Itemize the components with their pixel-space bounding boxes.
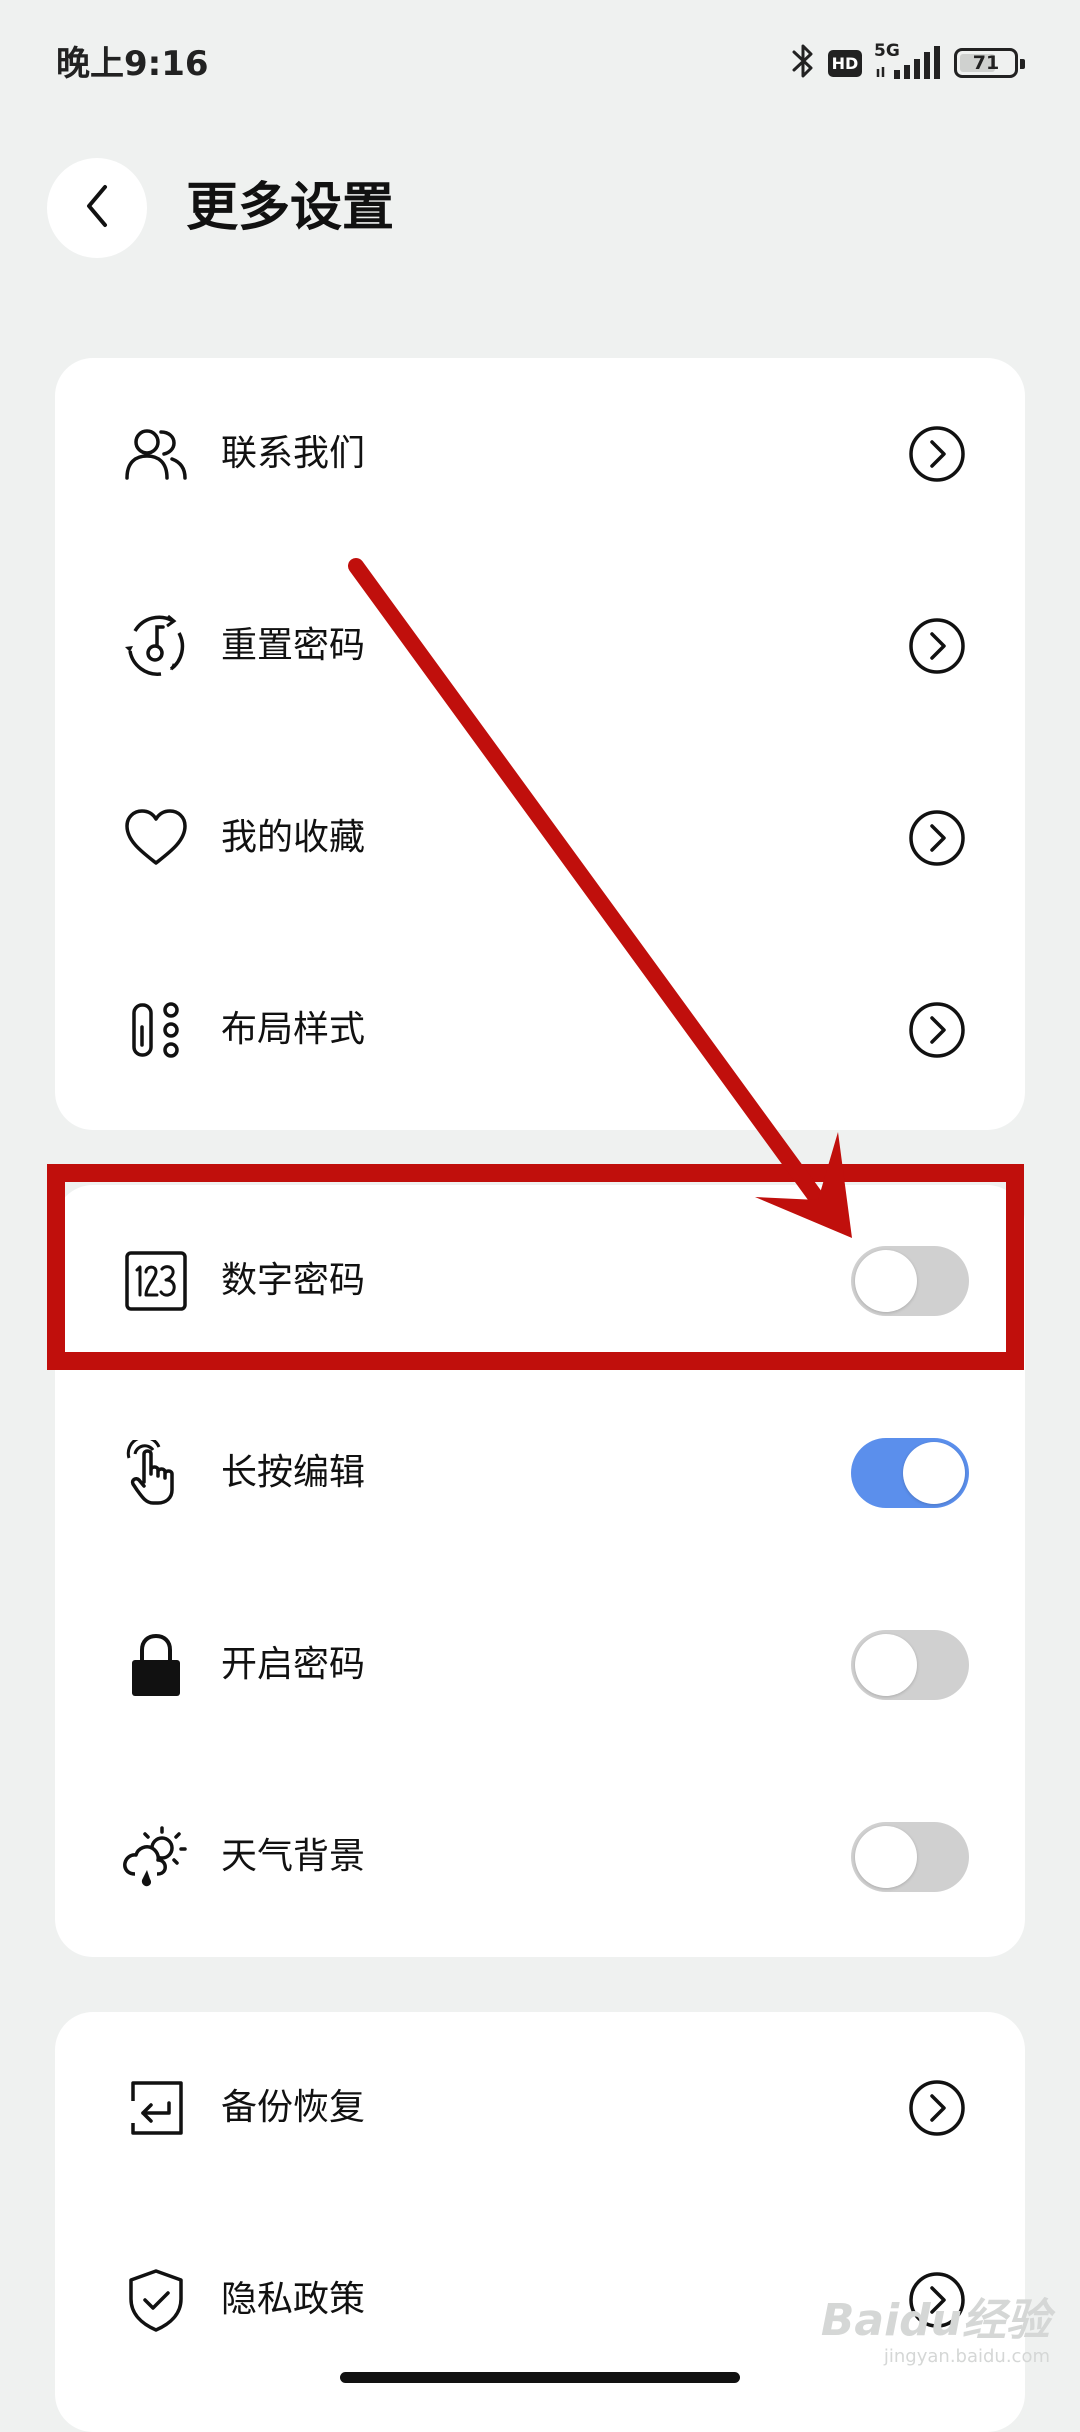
- back-button[interactable]: [47, 158, 147, 258]
- shield-check-icon: [121, 2265, 191, 2335]
- settings-row-reset-password[interactable]: 重置密码: [55, 550, 1025, 742]
- settings-row-backup-restore[interactable]: 备份恢复: [55, 2012, 1025, 2204]
- chevron-right-icon[interactable]: [908, 425, 966, 483]
- row-label: 布局样式: [221, 1009, 366, 1050]
- battery-icon: 71: [954, 48, 1025, 78]
- row-label: 开启密码: [221, 1644, 366, 1685]
- reset-password-icon: [121, 611, 191, 681]
- hand-pointer-icon: [121, 1438, 191, 1508]
- backup-restore-icon: [121, 2073, 191, 2143]
- home-indicator[interactable]: [340, 2372, 740, 2383]
- toggle-knob: [855, 1826, 917, 1888]
- battery-level-label: 71: [972, 52, 1000, 74]
- settings-row-favorites[interactable]: 我的收藏: [55, 742, 1025, 934]
- settings-row-digit-password[interactable]: 数字密码: [55, 1185, 1025, 1377]
- row-label: 备份恢复: [221, 2087, 366, 2128]
- settings-card-privacy: 备份恢复 隐私政策: [55, 2012, 1025, 2432]
- settings-row-long-press-edit[interactable]: 长按编辑: [55, 1377, 1025, 1569]
- toggle-knob: [855, 1634, 917, 1696]
- lock-icon: [121, 1630, 191, 1700]
- header: 更多设置: [0, 150, 1080, 270]
- weather-background-toggle[interactable]: [851, 1822, 969, 1892]
- row-label: 我的收藏: [221, 817, 366, 858]
- toggle-knob: [903, 1442, 965, 1504]
- status-time: 晚上9:16: [56, 44, 209, 84]
- row-label: 重置密码: [221, 625, 366, 666]
- page-title: 更多设置: [186, 178, 395, 238]
- settings-card-toggles: 数字密码 长按编辑 开启密码 天气背景: [55, 1185, 1025, 1957]
- contact-users-icon: [121, 419, 191, 489]
- settings-row-weather-background[interactable]: 天气背景: [55, 1761, 1025, 1953]
- chevron-left-icon: [77, 181, 117, 235]
- row-label: 天气背景: [221, 1836, 366, 1877]
- status-icons: HD 5G 71: [790, 38, 1025, 88]
- chevron-right-icon[interactable]: [908, 1001, 966, 1059]
- signal-5g-icon: 5G: [874, 41, 942, 83]
- row-label: 联系我们: [221, 433, 366, 474]
- digit-password-toggle[interactable]: [851, 1246, 969, 1316]
- enable-password-toggle[interactable]: [851, 1630, 969, 1700]
- toggle-knob: [855, 1250, 917, 1312]
- chevron-right-icon[interactable]: [908, 809, 966, 867]
- long-press-edit-toggle[interactable]: [851, 1438, 969, 1508]
- settings-row-contact-us[interactable]: 联系我们: [55, 358, 1025, 550]
- weather-icon: [121, 1822, 191, 1892]
- chevron-right-icon[interactable]: [908, 2079, 966, 2137]
- row-label: 隐私政策: [221, 2279, 366, 2320]
- heart-icon: [121, 803, 191, 873]
- status-bar: 晚上9:16 HD 5G 71: [0, 0, 1080, 126]
- row-label: 数字密码: [221, 1260, 366, 1301]
- chevron-right-icon[interactable]: [908, 2271, 966, 2329]
- chevron-right-icon[interactable]: [908, 617, 966, 675]
- settings-row-enable-password[interactable]: 开启密码: [55, 1569, 1025, 1761]
- settings-card-navigation: 联系我们 重置密码 我的收藏 布局样式: [55, 358, 1025, 1130]
- digits-123-icon: [121, 1246, 191, 1316]
- row-label: 长按编辑: [221, 1452, 366, 1493]
- layout-style-icon: [121, 995, 191, 1065]
- settings-row-layout-style[interactable]: 布局样式: [55, 934, 1025, 1126]
- hd-icon: HD: [828, 49, 862, 77]
- settings-row-privacy-policy[interactable]: 隐私政策: [55, 2204, 1025, 2396]
- bluetooth-icon: [790, 41, 816, 85]
